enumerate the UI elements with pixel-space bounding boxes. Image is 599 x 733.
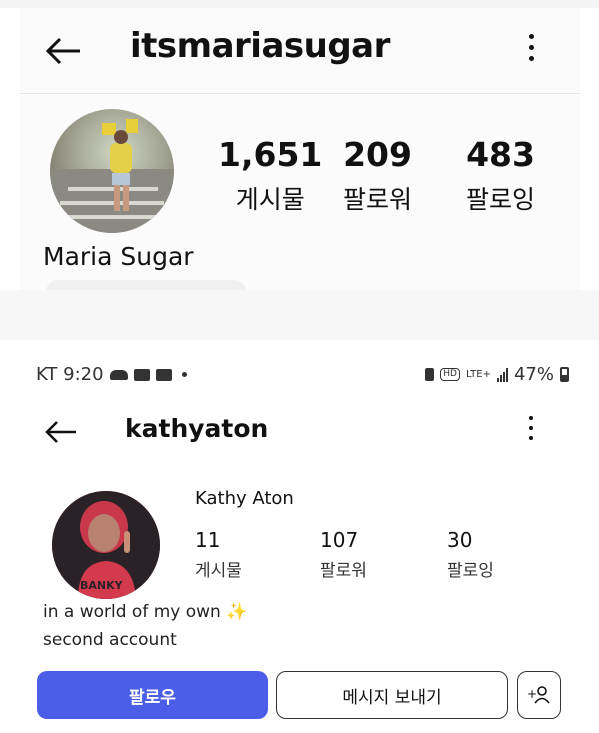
- more-options-icon[interactable]: [523, 34, 539, 68]
- stat-followers-value: 209: [343, 135, 412, 174]
- profile-username: itsmariasugar: [130, 26, 390, 66]
- stat-posts-value: 11: [195, 528, 221, 552]
- notification-dot-icon: [181, 372, 187, 377]
- svg-text:+: +: [527, 687, 537, 701]
- profile-summary: 1,651 게시물 209 팔로워 483 팔로잉 Maria Sugar: [20, 95, 580, 302]
- stat-followers[interactable]: 107 팔로워: [320, 528, 367, 581]
- add-person-button[interactable]: +: [517, 671, 561, 719]
- stat-following-value: 483: [466, 135, 535, 174]
- stat-posts-label: 게시물: [195, 561, 242, 581]
- back-arrow-icon[interactable]: [44, 34, 84, 68]
- more-options-icon[interactable]: [525, 416, 537, 446]
- battery-percent: 47%: [513, 364, 554, 385]
- profile-header: itsmariasugar: [20, 8, 580, 94]
- sparkle-icon: ✨: [226, 602, 248, 622]
- hd-icon: HD: [440, 368, 460, 381]
- status-bar: KT 9:20 HD LTE+ 47%: [0, 340, 599, 385]
- stat-posts[interactable]: 11 게시물: [195, 528, 242, 581]
- stat-following-value: 30: [447, 528, 473, 552]
- svg-text:BANKY: BANKY: [80, 579, 124, 592]
- bio-line-1: in a world of my own ✨: [43, 602, 247, 622]
- battery-saver-icon: [425, 368, 435, 381]
- stat-following-label: 팔로잉: [447, 561, 494, 581]
- status-left: KT 9:20: [36, 364, 187, 385]
- carrier-time: KT 9:20: [36, 364, 104, 385]
- avatar[interactable]: [50, 109, 174, 233]
- stat-following[interactable]: 483 팔로잉: [466, 135, 535, 216]
- stat-posts-value: 1,651: [218, 135, 323, 174]
- add-person-icon: +: [527, 686, 550, 704]
- stat-following-label: 팔로잉: [466, 185, 536, 214]
- follow-button[interactable]: 팔로우: [37, 671, 268, 719]
- stat-following[interactable]: 30 팔로잉: [447, 528, 494, 581]
- cloud-icon: [109, 369, 128, 380]
- stat-posts-label: 게시물: [235, 185, 305, 214]
- avatar[interactable]: BANKY: [52, 491, 160, 599]
- stat-followers-label: 팔로워: [320, 561, 367, 581]
- stat-followers-label: 팔로워: [343, 185, 413, 214]
- profile-screenshot-bottom: KT 9:20 HD LTE+ 47% kathyaton BANKY Kath…: [0, 340, 599, 733]
- signal-icon: [496, 367, 508, 382]
- stat-posts[interactable]: 1,651 게시물: [218, 135, 322, 216]
- bio-text: in a world of my own: [43, 602, 221, 622]
- stat-followers-value: 107: [320, 528, 359, 552]
- top-strip: [0, 0, 599, 8]
- separator-gap: [0, 290, 599, 340]
- network-type: LTE+: [465, 368, 491, 380]
- back-arrow-icon[interactable]: [44, 418, 78, 446]
- display-name: Maria Sugar: [43, 242, 194, 271]
- message-button[interactable]: 메시지 보내기: [276, 671, 508, 719]
- gallery-icon: [133, 368, 150, 381]
- display-name: Kathy Aton: [195, 488, 294, 509]
- profile-username: kathyaton: [125, 414, 269, 443]
- profile-screenshot-top: itsmariasugar 1,651 게시물 209 팔로워 483 팔로잉 …: [0, 0, 599, 302]
- stat-followers[interactable]: 209 팔로워: [343, 135, 412, 216]
- status-right: HD LTE+ 47%: [425, 364, 569, 385]
- youtube-icon: [155, 368, 172, 381]
- battery-icon: [560, 367, 569, 382]
- bio-line-2: second account: [43, 630, 177, 650]
